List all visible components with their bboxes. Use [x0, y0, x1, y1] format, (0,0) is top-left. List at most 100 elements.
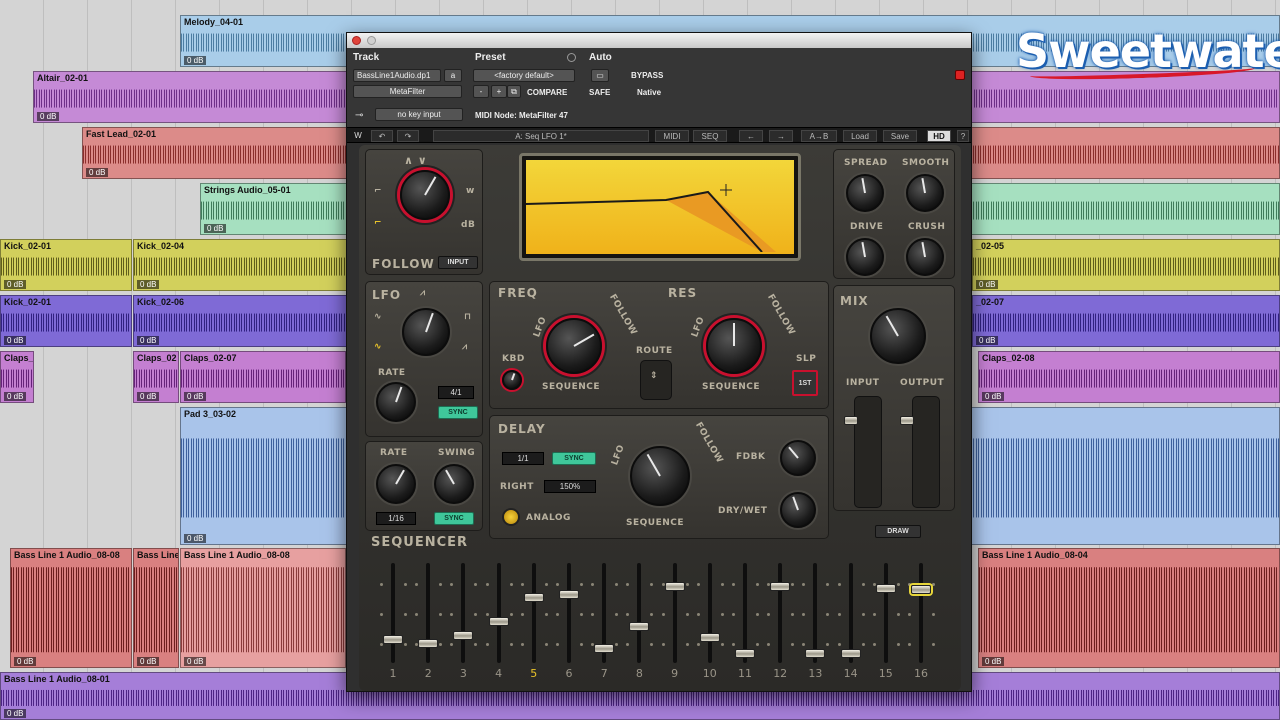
audio-clip[interactable]: Claps_02 0 dB [133, 351, 179, 403]
step-number-4[interactable]: 4 [484, 667, 514, 680]
seq-rate-value[interactable]: 1/16 [376, 512, 416, 525]
minimize-window-button[interactable] [367, 36, 376, 45]
follower-shape-knob[interactable] [400, 170, 450, 220]
step-number-7[interactable]: 7 [589, 667, 619, 680]
audio-clip[interactable]: Kick_02-01 0 dB [0, 239, 132, 291]
seq-toggle[interactable]: SEQ [693, 130, 727, 142]
load-button[interactable]: Load [843, 130, 877, 142]
delay-mod-knob[interactable] [630, 446, 690, 506]
freq-knob[interactable] [546, 318, 602, 374]
compare-button[interactable]: COMPARE [527, 88, 567, 97]
drywet-knob[interactable] [780, 492, 816, 528]
track-suffix-button[interactable]: a [444, 69, 462, 82]
kbd-knob[interactable] [502, 370, 522, 390]
lfo-rate-value[interactable]: 4/1 [438, 386, 474, 399]
step-fader-14[interactable] [840, 648, 861, 658]
bypass-button[interactable]: BYPASS [631, 71, 663, 80]
smooth-knob[interactable] [906, 174, 944, 212]
step-fader-11[interactable] [735, 649, 755, 659]
input-gain-fader[interactable] [844, 416, 858, 425]
step-fader-6[interactable] [559, 590, 579, 599]
safe-button[interactable]: SAFE [589, 88, 610, 97]
mix-knob[interactable] [870, 308, 926, 364]
drive-knob[interactable] [846, 238, 884, 276]
step-number-15[interactable]: 15 [871, 667, 901, 680]
input-button[interactable]: INPUT [438, 256, 478, 269]
step-fader-16[interactable] [911, 584, 931, 594]
preset-name-field[interactable]: A: Seq LFO 1* [433, 130, 649, 142]
seq-rate-knob[interactable] [376, 464, 416, 504]
output-gain-fader[interactable] [900, 416, 914, 425]
step-fader-1[interactable] [383, 635, 403, 644]
step-number-16[interactable]: 16 [906, 667, 936, 680]
spread-knob[interactable] [846, 174, 884, 212]
prev-preset-button[interactable]: ← [739, 130, 763, 142]
window-titlebar[interactable] [347, 33, 971, 48]
copy-settings-button[interactable]: ⧉ [507, 85, 521, 98]
audio-clip[interactable]: Kick_02-01 0 dB [0, 295, 132, 347]
step-number-2[interactable]: 2 [413, 667, 443, 680]
help-button[interactable]: ? [957, 130, 969, 142]
audio-clip[interactable]: Claps_01 0 dB [0, 351, 34, 403]
crush-knob[interactable] [906, 238, 944, 276]
route-button[interactable]: ⇕ [640, 360, 672, 400]
audio-clip[interactable]: _02-07 0 dB [972, 295, 1280, 347]
midi-toggle[interactable]: MIDI [655, 130, 689, 142]
hd-toggle[interactable]: HD [927, 130, 951, 142]
step-fader-13[interactable] [805, 648, 826, 658]
audio-clip[interactable]: Claps_02-07 0 dB [180, 351, 346, 403]
step-number-6[interactable]: 6 [554, 667, 584, 680]
step-fader-10[interactable] [699, 633, 720, 643]
step-number-8[interactable]: 8 [624, 667, 654, 680]
lfo-shape-knob[interactable] [402, 308, 450, 356]
redo-button[interactable]: ↷ [397, 130, 419, 142]
automation-button[interactable]: ▭ [591, 69, 609, 82]
step-fader-5[interactable] [523, 592, 544, 602]
delay-sync-button[interactable]: SYNC [552, 452, 596, 465]
step-fader-15[interactable] [875, 583, 896, 593]
analog-toggle[interactable] [502, 508, 520, 526]
step-number-10[interactable]: 10 [695, 667, 725, 680]
save-button[interactable]: Save [883, 130, 917, 142]
ab-copy-button[interactable]: A→B [801, 130, 837, 142]
step-number-12[interactable]: 12 [765, 667, 795, 680]
audio-clip[interactable]: Bass Line 1 Audio_08-04 0 dB [978, 548, 1280, 668]
step-fader-9[interactable] [664, 581, 685, 591]
swing-knob[interactable] [434, 464, 474, 504]
audio-clip[interactable]: _02-05 0 dB [972, 239, 1280, 291]
step-fader-7[interactable] [594, 644, 615, 653]
audio-clip[interactable]: Bass Line 1 Audio_08-08 0 dB [180, 548, 346, 668]
seq-sync-button[interactable]: SYNC [434, 512, 474, 525]
step-fader-8[interactable] [629, 622, 650, 632]
close-window-button[interactable] [352, 36, 361, 45]
preset-selector[interactable]: <factory default> [473, 69, 575, 82]
right-delay-value[interactable]: 150% [544, 480, 596, 493]
res-knob[interactable] [706, 318, 762, 374]
audio-clip[interactable]: Bass Line 1 Audio_08-08 0 dB [10, 548, 132, 668]
filter-response-display[interactable] [519, 153, 801, 261]
plugin-selector[interactable]: MetaFilter [353, 85, 462, 98]
delay-time-value[interactable]: 1/1 [502, 452, 544, 465]
undo-button[interactable]: ↶ [371, 130, 393, 142]
lfo-rate-knob[interactable] [376, 382, 416, 422]
step-number-14[interactable]: 14 [836, 667, 866, 680]
step-fader-2[interactable] [418, 638, 439, 648]
lfo-sync-button[interactable]: SYNC [438, 406, 478, 419]
record-enable-icon[interactable] [955, 70, 965, 80]
step-number-9[interactable]: 9 [660, 667, 690, 680]
step-fader-12[interactable] [770, 581, 791, 591]
audio-clip[interactable]: Bass Line 0 dB [133, 548, 179, 668]
step-fader-4[interactable] [488, 617, 509, 626]
preset-menu-icon[interactable] [567, 53, 576, 62]
audio-clip[interactable]: Claps_02-08 0 dB [978, 351, 1280, 403]
step-number-3[interactable]: 3 [448, 667, 478, 680]
step-number-1[interactable]: 1 [378, 667, 408, 680]
step-fader-3[interactable] [453, 631, 474, 641]
preset-increment-button[interactable]: + [491, 85, 507, 98]
draw-button[interactable]: DRAW [875, 525, 921, 538]
step-number-11[interactable]: 11 [730, 667, 760, 680]
preset-decrement-button[interactable]: - [473, 85, 489, 98]
step-number-5[interactable]: 5 [519, 667, 549, 680]
step-number-13[interactable]: 13 [800, 667, 830, 680]
track-selector[interactable]: BassLine1Audio.dp1 [353, 69, 441, 82]
